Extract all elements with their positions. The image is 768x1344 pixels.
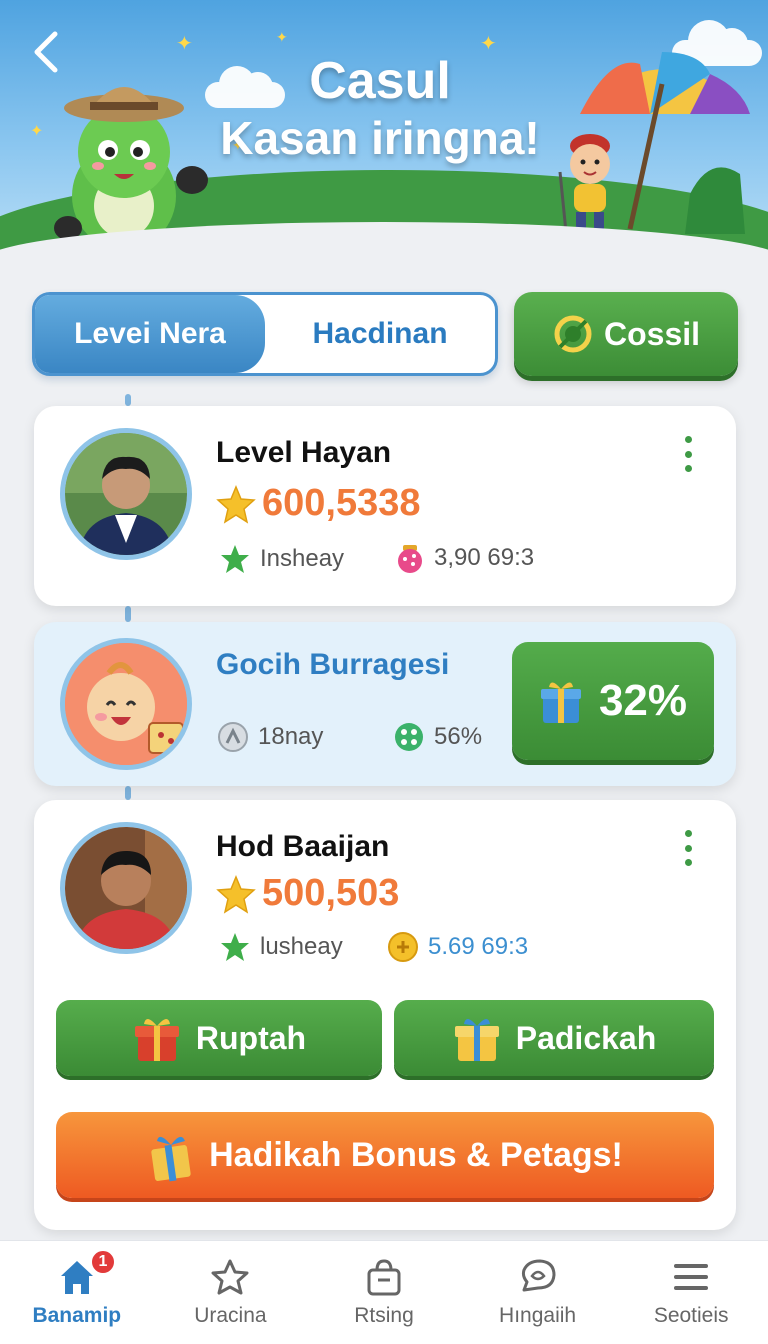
title-line-1: Casul bbox=[309, 52, 451, 110]
sparkle-icon: ✦ bbox=[276, 29, 288, 45]
view-segmented-control: Levei Nera Hacdinan bbox=[32, 292, 498, 376]
ruptah-label: Ruptah bbox=[195, 1019, 307, 1056]
notification-badge: 1 bbox=[90, 1249, 116, 1275]
tab-levei-nera[interactable]: Levei Nera bbox=[35, 295, 265, 373]
bag-icon bbox=[367, 1258, 401, 1295]
title-line-2: Kasan iringna! bbox=[220, 111, 540, 164]
tab-hacdinan[interactable]: Hacdinan bbox=[265, 295, 495, 373]
nav-label: Rtsing bbox=[354, 1303, 414, 1327]
nav-label: Seotiеis bbox=[653, 1303, 729, 1327]
stat-value: 3,90 69:3 bbox=[434, 544, 535, 571]
player-name: Level Hayan bbox=[216, 436, 392, 469]
nav-item-seotieis[interactable]: Seotiеis bbox=[614, 1241, 768, 1344]
stat-value: 56% bbox=[434, 723, 483, 750]
score-value: 500,503 bbox=[262, 872, 400, 914]
nav-label: Banamip bbox=[32, 1303, 122, 1327]
player-stat: 56% bbox=[392, 720, 482, 754]
clover-icon bbox=[221, 933, 249, 961]
percent-value: 32% bbox=[598, 676, 688, 725]
jar-icon bbox=[398, 545, 422, 573]
padickah-label: Padickah bbox=[515, 1019, 657, 1056]
player-score: 500,503 bbox=[216, 872, 399, 915]
ruptah-button[interactable]: Ruptah bbox=[56, 1000, 382, 1076]
gift-icon bbox=[454, 1018, 499, 1061]
player-stat: 5.69 69:3 bbox=[386, 930, 528, 964]
player-stat: 3,90 69:3 bbox=[394, 542, 534, 574]
dice-icon bbox=[395, 723, 423, 751]
padickah-button[interactable]: Padickah bbox=[394, 1000, 714, 1076]
more-options-icon[interactable] bbox=[678, 436, 698, 472]
avatar bbox=[60, 638, 192, 770]
nav-item-uracina[interactable]: Uracina bbox=[154, 1241, 308, 1344]
player-card-highlighted[interactable]: Gocih Burragesi 18nay 56% 32% bbox=[34, 622, 736, 786]
status-text: lusheay bbox=[260, 933, 343, 960]
player-score: 600,5338 bbox=[216, 482, 421, 525]
player-card[interactable]: Level Hayan 600,5338 Insheay 3,90 69:3 bbox=[34, 406, 736, 606]
page-title: Casul Kasan iringna! bbox=[180, 52, 580, 165]
status-text: Insheay bbox=[260, 545, 345, 572]
player-name: Hod Baaijan bbox=[216, 830, 390, 863]
bonus-button[interactable]: Hadikah Bonus & Petags! bbox=[56, 1112, 714, 1198]
player-status: 18nay bbox=[216, 720, 323, 754]
score-value: 600,5338 bbox=[262, 482, 421, 524]
status-text: 18nay bbox=[258, 723, 324, 750]
reward-percent-button[interactable]: 32% bbox=[512, 642, 714, 760]
bottom-nav: 1 Banamip Uracina Rtsing Hıngaiih Seotiе… bbox=[0, 1240, 768, 1344]
timeline-connector bbox=[125, 786, 131, 800]
player-status: Insheay bbox=[218, 542, 344, 576]
stat-value: 5.69 69:3 bbox=[428, 933, 529, 960]
avatar bbox=[60, 428, 192, 560]
back-button[interactable] bbox=[26, 30, 66, 74]
nav-item-hingaiih[interactable]: Hıngaiih bbox=[461, 1241, 615, 1344]
chevron-left-icon bbox=[34, 31, 58, 73]
avatar bbox=[60, 822, 192, 954]
star-icon bbox=[216, 874, 256, 914]
badge-icon bbox=[218, 722, 248, 752]
chat-icon bbox=[521, 1259, 556, 1291]
player-card[interactable]: Hod Baaijan 500,503 lusheay 5.69 69:3 Ru… bbox=[34, 800, 736, 1230]
cossil-button[interactable]: Cossil bbox=[514, 292, 738, 376]
nav-label: Hıngaiih bbox=[499, 1303, 577, 1327]
player-status: lusheay bbox=[218, 930, 343, 964]
sparkle-icon: ✦ bbox=[30, 123, 44, 140]
timeline-connector bbox=[125, 606, 131, 622]
gift-icon bbox=[134, 1018, 179, 1061]
header-banner: ✦ ✦ ✦ ✦ ✦ Casul Kasan iringna! bbox=[0, 0, 768, 270]
player-name: Gocih Burragesi bbox=[216, 648, 450, 681]
nav-item-banamip[interactable]: 1 Banamip bbox=[0, 1241, 154, 1344]
more-options-icon[interactable] bbox=[678, 830, 698, 866]
gift-icon bbox=[151, 1136, 191, 1182]
clover-icon bbox=[221, 545, 249, 573]
nav-item-rtsing[interactable]: Rtsing bbox=[307, 1241, 461, 1344]
menu-icon bbox=[674, 1263, 709, 1290]
star-icon bbox=[216, 484, 256, 524]
nav-label: Uracina bbox=[194, 1303, 267, 1327]
bonus-label: Hadikah Bonus & Petags! bbox=[209, 1135, 623, 1174]
sparkle-icon: ✦ bbox=[176, 33, 193, 55]
timeline-connector bbox=[125, 394, 131, 406]
coin-icon bbox=[388, 932, 418, 962]
star-icon bbox=[211, 1259, 249, 1294]
sparkle-icon: ✦ bbox=[480, 33, 497, 55]
cossil-label: Cossil bbox=[603, 315, 701, 352]
gift-icon bbox=[540, 682, 581, 723]
coin-icon bbox=[554, 315, 592, 353]
